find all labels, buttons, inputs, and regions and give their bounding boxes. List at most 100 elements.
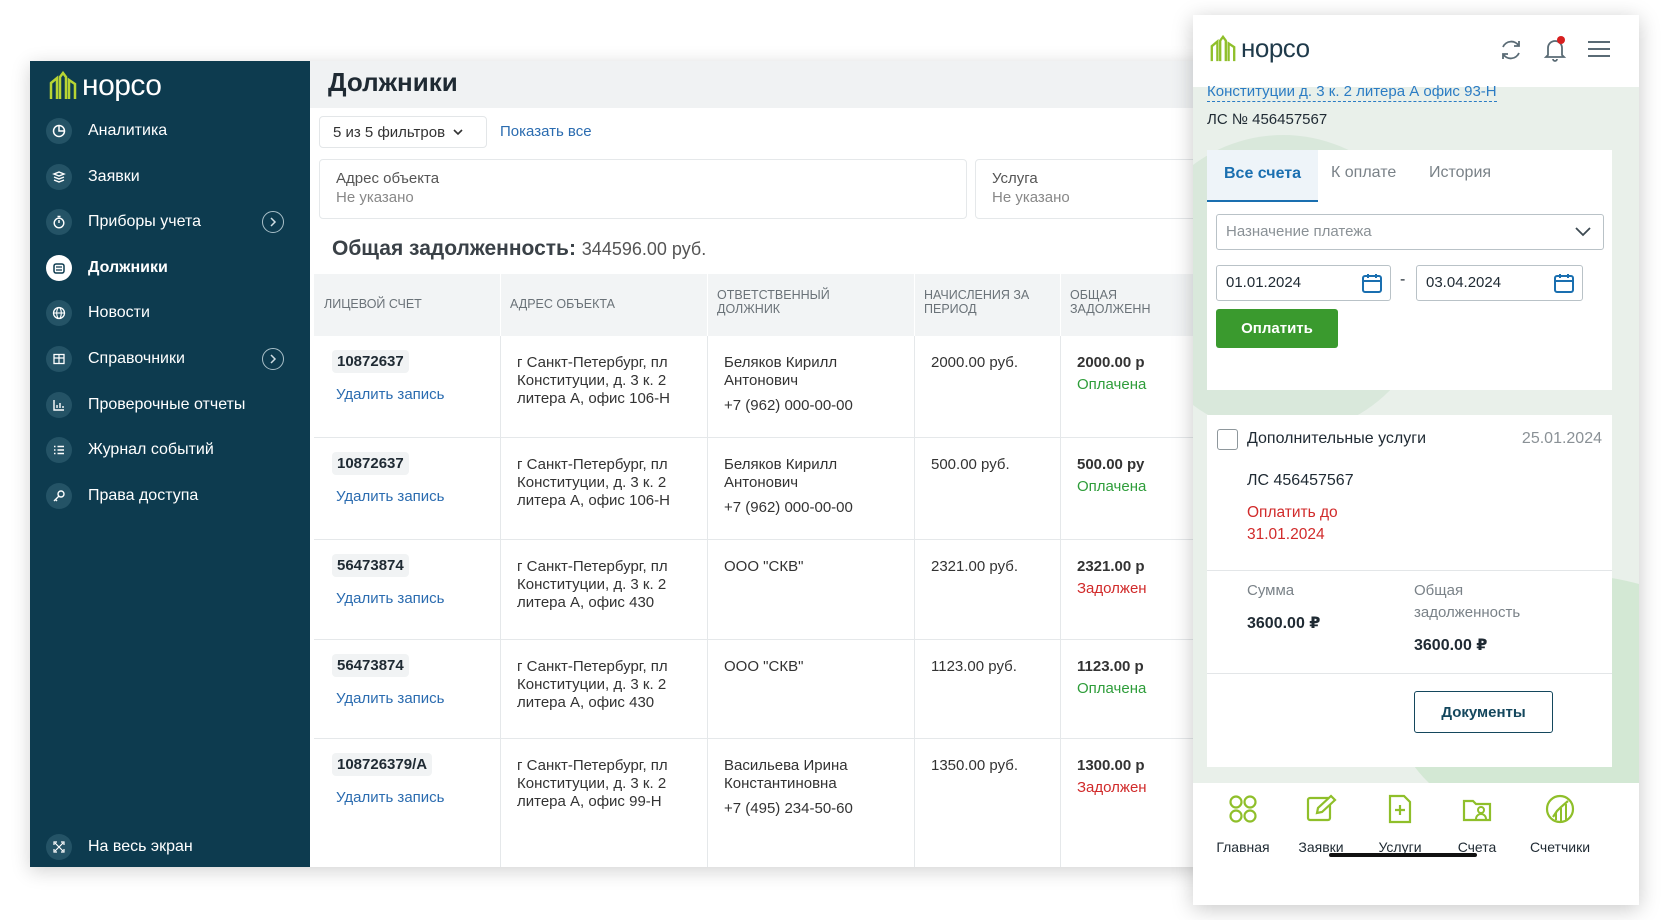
delete-record-link[interactable]: Удалить запись [336, 789, 444, 806]
phone: +7 (962) 000-00-00 [724, 397, 853, 414]
column-header[interactable]: Лицевой счет [324, 297, 422, 311]
total-debt-value: 344596.00 руб. [581, 239, 707, 259]
table-row[interactable]: 10872637 Удалить запись г Санкт-Петербур… [314, 438, 1215, 540]
tab-history[interactable]: История [1429, 164, 1491, 182]
sidebar-item-label: Справочники [88, 350, 185, 367]
filters-button[interactable]: 5 из 5 фильтров [319, 116, 487, 148]
table-row[interactable]: 56473874 Удалить запись г Санкт-Петербур… [314, 540, 1215, 640]
total-cell: 500.00 ру [1077, 456, 1145, 473]
logo[interactable]: норсо [1209, 33, 1310, 64]
filters-label: 5 из 5 фильтров [333, 123, 446, 141]
notification-dot [1557, 36, 1565, 44]
sidebar-item-label: Аналитика [88, 122, 168, 139]
nav-bills[interactable]: Счета [1437, 793, 1517, 855]
phone: +7 (962) 000-00-00 [724, 499, 853, 516]
date-to-field[interactable]: 03.04.2024 [1416, 265, 1583, 301]
bell-icon[interactable] [1543, 36, 1567, 68]
chevron-right-icon[interactable] [262, 348, 284, 370]
chevron-right-icon[interactable] [262, 211, 284, 233]
pay-button[interactable]: Оплатить [1216, 309, 1338, 348]
delete-record-link[interactable]: Удалить запись [336, 488, 444, 505]
column-header[interactable]: Общая задолженн [1070, 288, 1151, 316]
house-logo-icon [49, 71, 77, 99]
chevron-down-icon [1575, 227, 1591, 237]
column-header[interactable]: Адрес объекта [510, 297, 615, 311]
calendar-icon[interactable] [1553, 272, 1575, 294]
nav-label: Счетчики [1529, 839, 1591, 855]
nav-meters[interactable]: Счетчики [1520, 793, 1600, 855]
total-debt-label: Общая задолженность [1414, 582, 1521, 621]
status-badge: Задолжен [1077, 779, 1147, 796]
table-header: Лицевой счет Адрес объекта Ответственный… [314, 274, 1215, 336]
sidebar-item-analytics[interactable]: Аналитика [46, 111, 294, 151]
nav-requests[interactable]: Заявки [1281, 793, 1361, 855]
list-icon [46, 437, 72, 463]
nav-services[interactable]: Услуги [1360, 793, 1440, 855]
service-account: ЛС 456457567 [1247, 472, 1354, 489]
filter-value: Не указано [992, 189, 1070, 206]
status-badge: Задолжен [1077, 580, 1147, 597]
sidebar-item-label: Права доступа [88, 487, 199, 504]
debtor-cell: Васильева Ирина Константиновна +7 (495) 2… [724, 757, 853, 817]
column-header[interactable]: Ответственный должник [717, 288, 857, 316]
sidebar-item-access-rights[interactable]: Права доступа [46, 476, 294, 516]
delete-record-link[interactable]: Удалить запись [336, 590, 444, 607]
payment-purpose-select[interactable]: Назначение платежа [1216, 214, 1604, 250]
address-cell: г Санкт-Петербург, пл Конституции, д. 3 к… [517, 757, 668, 810]
sidebar-item-label: Заявки [88, 168, 140, 185]
table-row[interactable]: 10872637 Удалить запись г Санкт-Петербур… [314, 336, 1215, 438]
mobile-app: норсо Конституции д. 3 к. 2 литера А офи… [1193, 15, 1639, 905]
table-row[interactable]: 108726379/А Удалить запись г Санкт-Петер… [314, 739, 1215, 867]
tabs: Все счета К оплате История [1207, 150, 1612, 202]
select-checkbox[interactable] [1217, 429, 1238, 450]
stopwatch-icon [46, 209, 72, 235]
documents-button[interactable]: Документы [1414, 691, 1553, 733]
layers-icon [46, 164, 72, 190]
sidebar-item-label: Журнал событий [88, 441, 214, 458]
sidebar-item-event-log[interactable]: Журнал событий [46, 430, 294, 470]
date-from-field[interactable]: 01.01.2024 [1216, 265, 1391, 301]
show-all-link[interactable]: Показать все [500, 123, 592, 140]
sidebar-item-debtors[interactable]: Должники [46, 248, 294, 288]
nav-home[interactable]: Главная [1203, 793, 1283, 855]
filter-address[interactable]: Адрес объекта Не указано [319, 159, 967, 219]
object-address-link[interactable]: Конституции д. 3 к. 2 литера А офис 93-Н [1207, 83, 1497, 102]
accrued-cell: 2321.00 руб. [931, 558, 1018, 575]
filter-service[interactable]: Услуга Не указано [975, 159, 1215, 219]
sidebar-item-requests[interactable]: Заявки [46, 157, 294, 197]
logo-text: норсо [1241, 33, 1310, 63]
sidebar-item-references[interactable]: Справочники [46, 339, 294, 379]
address-cell: г Санкт-Петербург, пл Конституции, д. 3 к… [517, 558, 668, 611]
calendar-icon[interactable] [1361, 272, 1383, 294]
tab-to-pay[interactable]: К оплате [1331, 164, 1396, 182]
account-number: 56473874 [332, 554, 409, 577]
date-range-dash: - [1400, 271, 1406, 288]
sidebar-item-news[interactable]: Новости [46, 293, 294, 333]
main-content: Должники 5 из 5 фильтров Показать все Ад… [310, 61, 1215, 867]
debtor-cell: ООО "СКВ" [724, 558, 804, 575]
status-badge: Оплачена [1077, 478, 1147, 495]
sidebar-item-reports[interactable]: Проверочные отчеты [46, 385, 294, 425]
refresh-icon[interactable] [1498, 37, 1524, 68]
accrued-cell: 1123.00 руб. [931, 658, 1017, 675]
delete-record-link[interactable]: Удалить запись [336, 386, 444, 403]
account-number: 10872637 [332, 452, 409, 475]
table-row[interactable]: 56473874 Удалить запись г Санкт-Петербур… [314, 640, 1215, 739]
nav-label: Главная [1216, 839, 1270, 855]
menu-icon[interactable] [1587, 40, 1611, 63]
tab-all-bills[interactable]: Все счета [1207, 150, 1318, 202]
fullscreen-button[interactable]: На весь экран [46, 831, 193, 863]
delete-record-link[interactable]: Удалить запись [336, 690, 444, 707]
sidebar-item-label: Новости [88, 304, 150, 321]
sum-label: Сумма [1247, 582, 1295, 599]
chevron-down-icon [453, 128, 463, 135]
column-header[interactable]: Начисления за период [924, 288, 1034, 316]
debtor-cell: Беляков Кирилл Антонович +7 (962) 000-00-… [724, 456, 853, 516]
due-date: Оплатить до 31.01.2024 [1247, 504, 1338, 543]
logo[interactable]: норсо [48, 69, 162, 103]
status-badge: Оплачена [1077, 680, 1147, 697]
debtor-cell: Беляков Кирилл Антонович +7 (962) 000-00-… [724, 354, 853, 414]
sidebar-item-meters[interactable]: Приборы учета [46, 202, 294, 242]
date-to-value: 03.04.2024 [1426, 274, 1502, 291]
doc-plus-icon [1388, 794, 1412, 824]
